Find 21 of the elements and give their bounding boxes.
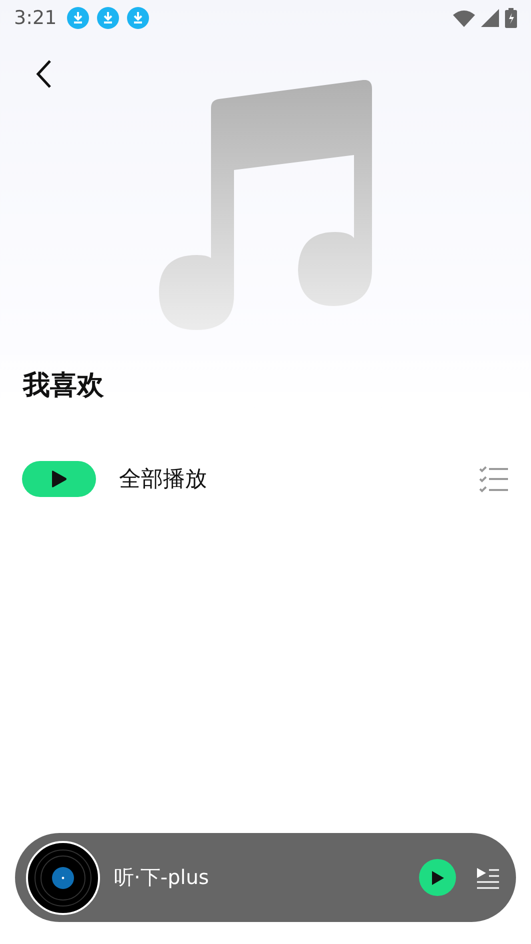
play-all-button[interactable] — [22, 461, 96, 497]
play-all-label[interactable]: 全部播放 — [119, 464, 207, 494]
track-title: 听·下-plus — [114, 864, 209, 891]
playlist-title: 我喜欢 — [23, 369, 104, 403]
download-icon — [96, 7, 119, 29]
download-icon — [126, 7, 149, 29]
play-icon — [430, 870, 444, 886]
queue-icon — [476, 866, 500, 888]
signal-icon — [481, 9, 499, 27]
playlist-button[interactable] — [476, 866, 500, 888]
vinyl-record-icon — [26, 840, 100, 914]
wifi-icon — [453, 10, 475, 26]
battery-icon — [505, 8, 517, 28]
status-time: 3:21 — [14, 7, 57, 29]
multi-select-icon[interactable] — [479, 465, 509, 493]
play-icon — [51, 470, 67, 488]
play-button[interactable] — [419, 859, 456, 896]
mini-player[interactable]: 听·下-plus — [15, 833, 516, 922]
music-note-icon — [158, 80, 372, 330]
back-icon[interactable] — [34, 58, 54, 90]
download-icon — [66, 7, 89, 29]
